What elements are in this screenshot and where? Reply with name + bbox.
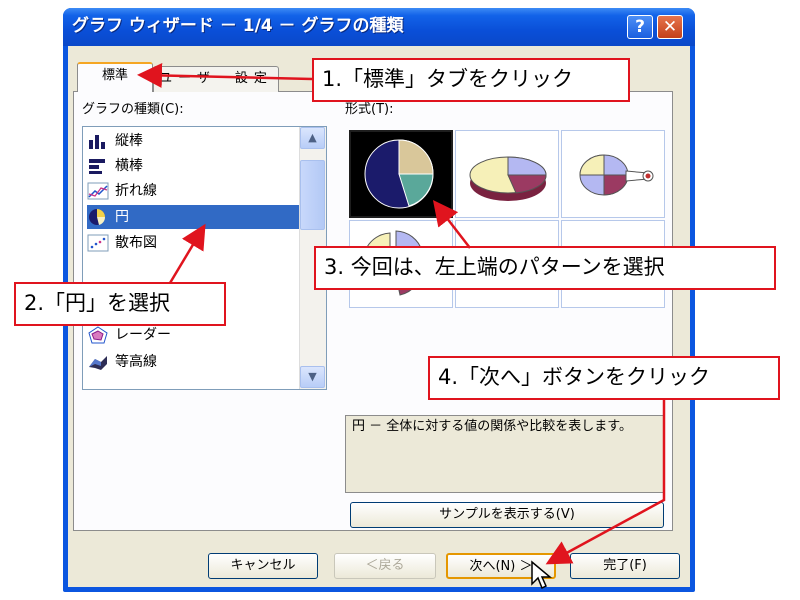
annotation-step-2: 2.「円」を選択 [14,282,226,326]
list-item-label: 折れ線 [115,183,157,199]
annotation-step-4: 4.「次へ」ボタンをクリック [428,356,780,400]
list-item-bar[interactable]: 横棒 [87,154,303,178]
list-item-radar[interactable]: レーダー [87,323,303,347]
format-pie-2d[interactable] [349,130,453,218]
format-pie-3d[interactable] [455,130,559,218]
help-button[interactable]: ? [627,15,653,39]
scroll-down-icon[interactable]: ▼ [300,366,325,388]
chart-type-list[interactable]: 縦棒 横棒 折れ線 円 散布図 レーダー 等高線 [82,126,327,390]
chart-description: 円 － 全体に対する値の関係や比較を表します。 [345,415,665,493]
cancel-button[interactable]: キャンセル [208,553,318,579]
scrollbar-thumb[interactable] [300,160,325,230]
pie-of-pie-icon [579,154,654,196]
bar-chart-icon [89,159,105,174]
column-chart-icon [89,135,105,149]
mouse-cursor-icon [531,560,552,590]
view-sample-button[interactable]: サンプルを表示する(V) [350,502,664,528]
list-item-label: 等高線 [115,354,157,370]
tab-standard[interactable]: 標準 [77,62,153,92]
window-title: グラフ ウィザード － 1/4 － グラフの種類 [72,16,404,36]
scatter-chart-icon [87,234,109,252]
annotation-step-3: 3. 今回は、左上端のパターンを選択 [314,246,776,290]
finish-button[interactable]: 完了(F) [570,553,680,579]
tab-custom[interactable]: ユーザー設定 [153,66,279,92]
format-pie-of-pie[interactable] [561,130,665,218]
list-item-column[interactable]: 縦棒 [87,129,303,153]
close-button[interactable]: ✕ [657,15,683,39]
pie-2d-icon [364,139,434,209]
radar-chart-icon [88,326,108,344]
list-item-pie[interactable]: 円 [87,205,303,229]
list-item-label: 円 [115,209,129,225]
chart-type-label: グラフの種類(C): [82,102,184,117]
annotation-step-1: 1.「標準」タブをクリック [312,58,630,102]
list-item-line[interactable]: 折れ線 [87,179,303,203]
list-item-scatter[interactable]: 散布図 [87,231,303,255]
scroll-up-icon[interactable]: ▲ [300,127,325,149]
list-item-label: 散布図 [115,235,157,251]
list-item-label: 縦棒 [115,133,143,149]
list-item-label: レーダー [115,327,171,343]
surface-chart-icon [89,356,107,370]
list-item-label: 横棒 [115,158,143,174]
back-button[interactable]: ＜戻る [334,553,436,579]
line-chart-icon [87,182,109,200]
list-item-surface[interactable]: 等高線 [87,350,303,374]
pie-3d-icon [469,156,547,201]
pie-chart-icon [89,209,106,225]
